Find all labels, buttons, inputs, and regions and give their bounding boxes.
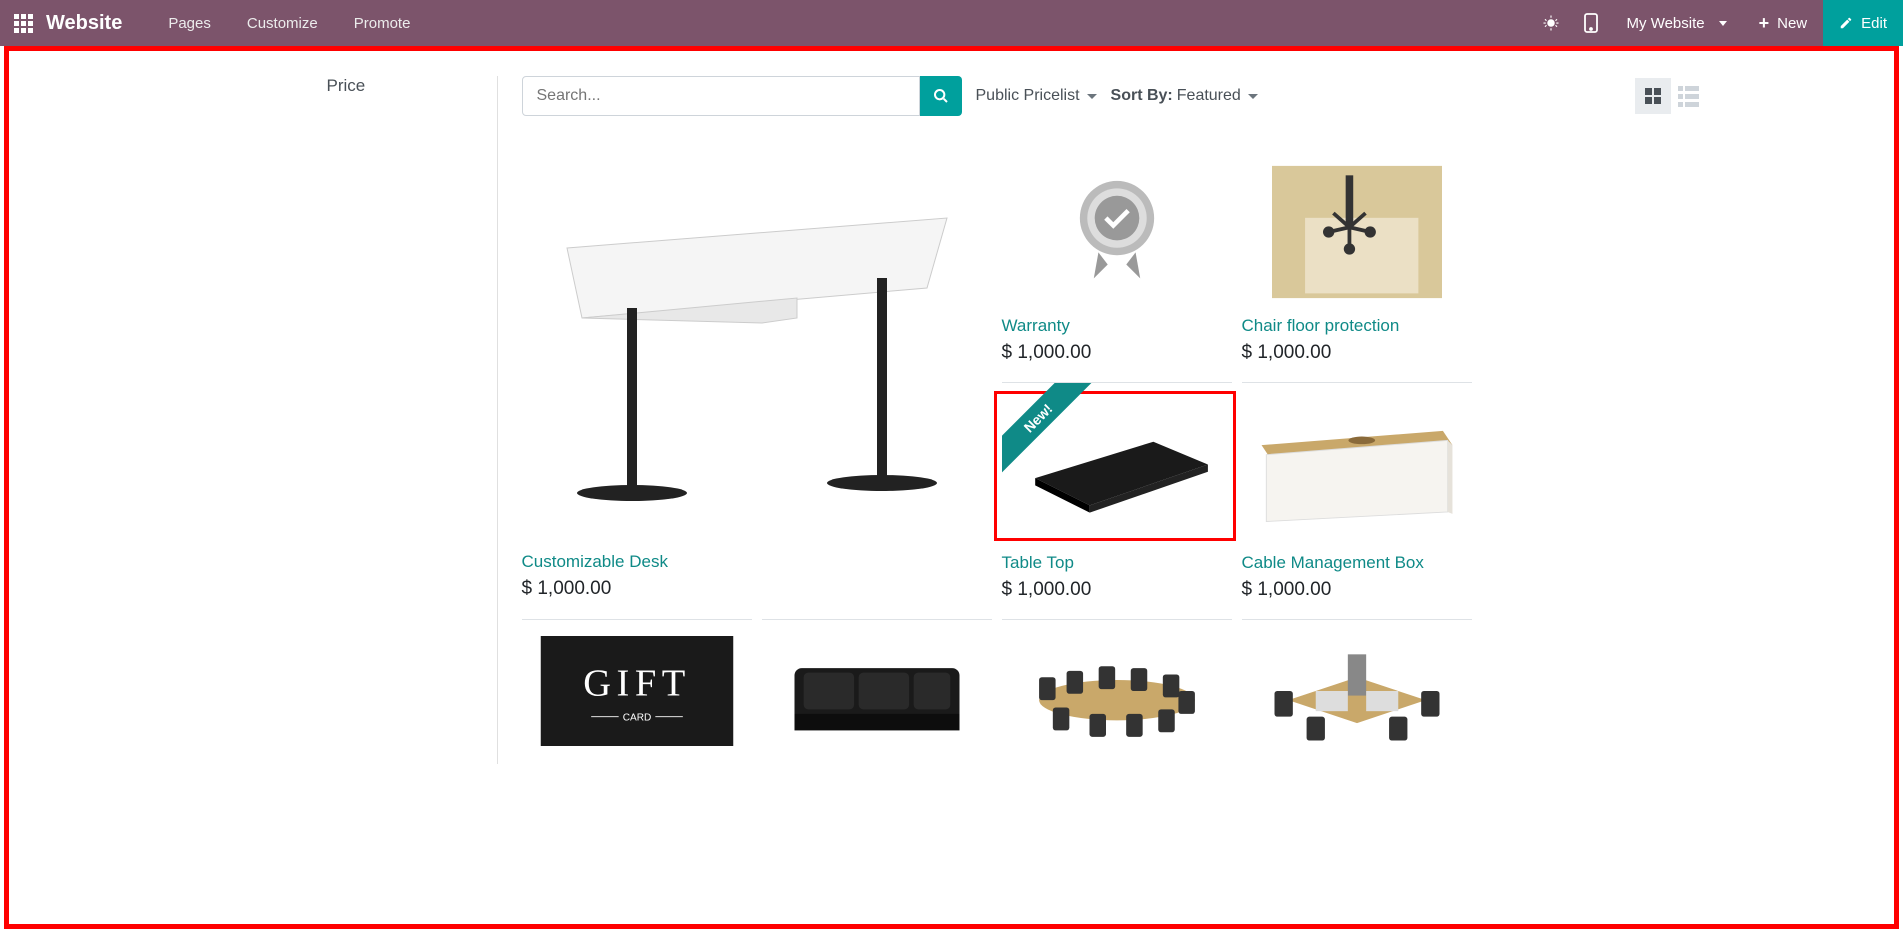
search-icon: [933, 88, 949, 104]
nav-promote[interactable]: Promote: [336, 15, 429, 32]
apps-grid-icon[interactable]: [0, 14, 46, 33]
product-card[interactable]: Customizable Desk $ 1,000.00: [522, 146, 992, 619]
product-price: $ 1,000.00: [522, 578, 992, 600]
product-image: [1002, 162, 1232, 302]
product-image: [522, 158, 992, 538]
view-toggle: [1635, 78, 1707, 114]
product-image: [1002, 636, 1232, 746]
product-title[interactable]: Cable Management Box: [1242, 553, 1472, 573]
brand-label[interactable]: Website: [46, 12, 150, 35]
product-title[interactable]: Table Top: [1002, 553, 1232, 573]
product-card[interactable]: GIFT CARD: [522, 619, 752, 764]
product-image: [1242, 399, 1472, 539]
product-image: [1002, 399, 1232, 539]
pencil-icon: [1839, 16, 1853, 30]
pricelist-label: Public Pricelist: [976, 87, 1080, 105]
product-image: [762, 636, 992, 746]
nav-customize[interactable]: Customize: [229, 15, 336, 32]
product-card[interactable]: New! Table Top $ 1,000.00: [1002, 382, 1232, 619]
product-image: GIFT CARD: [522, 636, 752, 746]
page-content: Price Public Pricelist Sort By: Featured: [0, 46, 1903, 933]
product-title[interactable]: Warranty: [1002, 316, 1232, 336]
product-card[interactable]: Warranty $ 1,000.00: [1002, 146, 1232, 382]
product-card[interactable]: [1002, 619, 1232, 764]
search-input[interactable]: [522, 76, 920, 116]
edit-button[interactable]: Edit: [1823, 0, 1903, 46]
chevron-down-icon: [1087, 94, 1097, 99]
website-selector-label: My Website: [1627, 15, 1705, 32]
grid-view-button[interactable]: [1635, 78, 1671, 114]
product-title[interactable]: Chair floor protection: [1242, 316, 1472, 336]
product-card[interactable]: Cable Management Box $ 1,000.00: [1242, 382, 1472, 619]
product-title[interactable]: Customizable Desk: [522, 552, 992, 572]
product-price: $ 1,000.00: [1242, 342, 1472, 364]
product-card[interactable]: [1242, 619, 1472, 764]
bug-icon[interactable]: [1531, 14, 1571, 32]
svg-text:CARD: CARD: [622, 712, 651, 723]
new-label: New: [1777, 15, 1807, 32]
product-image: [1242, 636, 1472, 746]
shop-toolbar: Public Pricelist Sort By: Featured: [522, 76, 1707, 116]
price-filter-heading: Price: [327, 76, 477, 96]
product-image: [1242, 162, 1472, 302]
plus-icon: +: [1759, 13, 1770, 34]
product-price: $ 1,000.00: [1242, 579, 1472, 601]
list-view-button[interactable]: [1671, 78, 1707, 114]
sort-value: Featured: [1177, 87, 1241, 105]
product-grid: Customizable Desk $ 1,000.00: [522, 146, 1707, 764]
product-price: $ 1,000.00: [1002, 342, 1232, 364]
sort-dropdown[interactable]: Sort By: Featured: [1111, 87, 1258, 105]
chevron-down-icon: [1719, 21, 1727, 26]
sort-by-label: Sort By:: [1111, 87, 1173, 105]
product-card[interactable]: Chair floor protection $ 1,000.00: [1242, 146, 1472, 382]
top-nav-bar: Website Pages Customize Promote My Websi…: [0, 0, 1903, 46]
edit-label: Edit: [1861, 15, 1887, 32]
pricelist-dropdown[interactable]: Public Pricelist: [976, 87, 1097, 105]
mobile-preview-icon[interactable]: [1571, 13, 1611, 33]
website-selector[interactable]: My Website: [1611, 0, 1743, 46]
product-price: $ 1,000.00: [1002, 579, 1232, 601]
chevron-down-icon: [1248, 94, 1258, 99]
new-button[interactable]: + New: [1743, 0, 1824, 46]
filter-sidebar: Price: [187, 76, 497, 764]
nav-pages[interactable]: Pages: [150, 15, 229, 32]
svg-text:GIFT: GIFT: [583, 663, 691, 705]
product-card[interactable]: [762, 619, 992, 764]
search-button[interactable]: [920, 76, 962, 116]
